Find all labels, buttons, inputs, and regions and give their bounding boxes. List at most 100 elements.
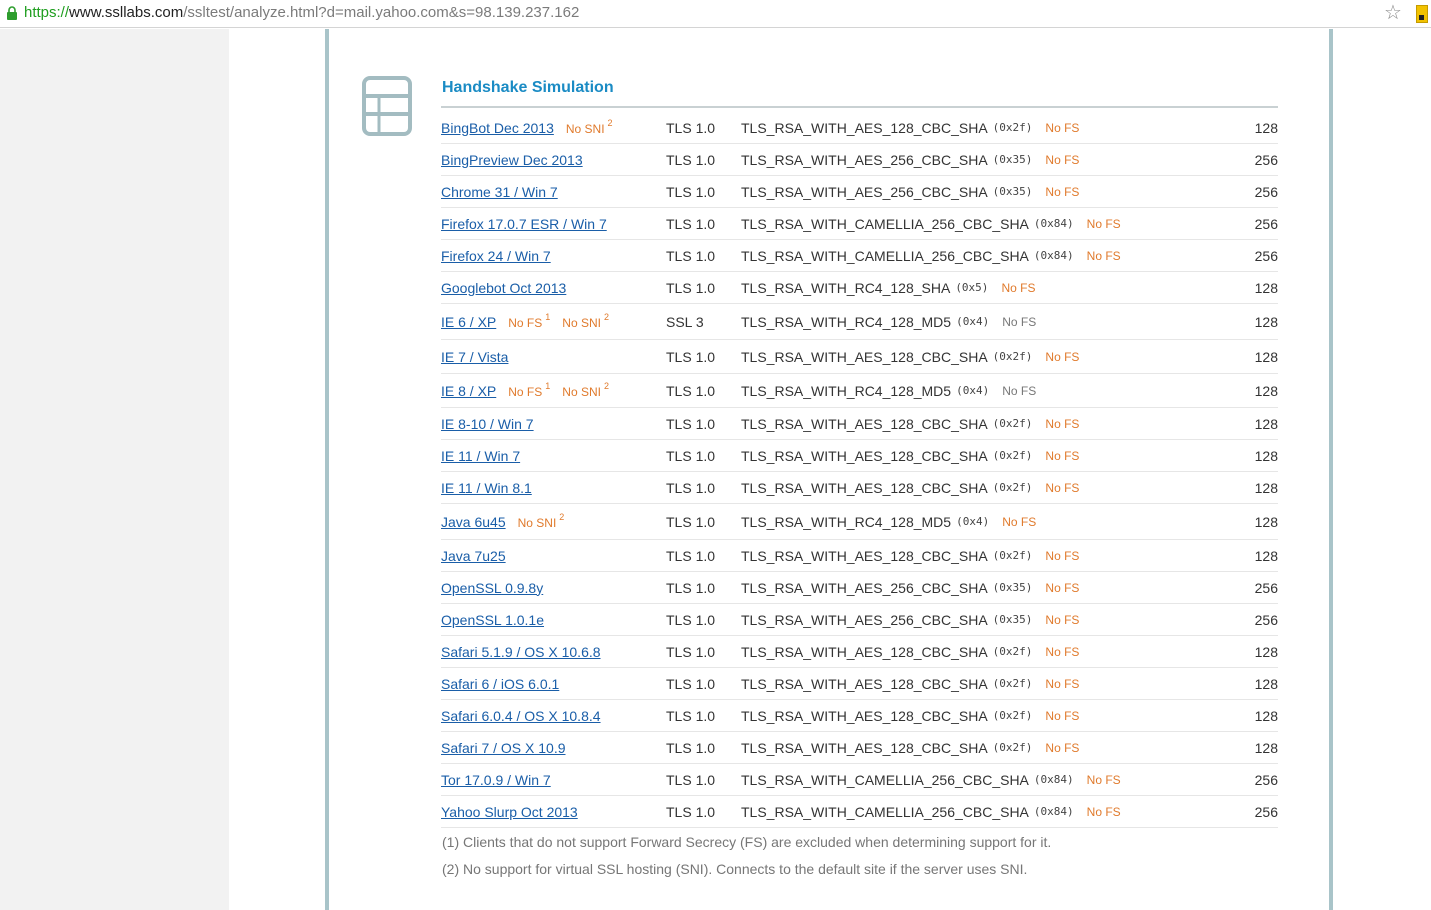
key-bits-cell: 256 xyxy=(1254,611,1278,628)
footnote-ref: 1 xyxy=(545,311,551,322)
client-flag: No FS 1 xyxy=(508,311,551,330)
client-link[interactable]: Googlebot Oct 2013 xyxy=(441,280,566,296)
client-link[interactable]: BingBot Dec 2013 xyxy=(441,120,554,136)
client-link[interactable]: Safari 6 / iOS 6.0.1 xyxy=(441,676,559,692)
cipher-suite-name: TLS_RSA_WITH_AES_256_CBC_SHA xyxy=(741,151,988,168)
url-text[interactable]: https://www.ssllabs.com/ssltest/analyze.… xyxy=(24,4,579,22)
cipher-suite-name: TLS_RSA_WITH_AES_256_CBC_SHA xyxy=(741,579,988,596)
cipher-suite-cell: TLS_RSA_WITH_AES_128_CBC_SHA (0x2f) No FS xyxy=(741,636,1201,667)
cipher-suite-cell: TLS_RSA_WITH_AES_128_CBC_SHA (0x2f) No FS xyxy=(741,540,1201,571)
address-bar[interactable]: https://www.ssllabs.com/ssltest/analyze.… xyxy=(0,0,1431,28)
client-cell: Java 7u25 xyxy=(441,540,666,571)
footnote-ref: 2 xyxy=(603,380,609,391)
protocol-cell: TLS 1.0 xyxy=(666,675,716,692)
client-link[interactable]: Java 7u25 xyxy=(441,548,506,564)
client-cell: IE 8 / XP No FS 1 No SNI 2 xyxy=(441,374,666,407)
client-link[interactable]: Chrome 31 / Win 7 xyxy=(441,184,558,200)
footnote-ref: 2 xyxy=(559,511,565,522)
key-bits-cell: 256 xyxy=(1254,215,1278,232)
cipher-suite-name: TLS_RSA_WITH_AES_128_CBC_SHA xyxy=(741,415,988,432)
client-flag: No SNI 2 xyxy=(562,380,609,399)
protocol-cell: TLS 1.0 xyxy=(666,803,716,820)
protocol-cell: SSL 3 xyxy=(666,313,704,330)
cipher-suite-code: (0x2f) xyxy=(992,741,1033,754)
table-row: Firefox 17.0.7 ESR / Win 7 TLS 1.0 TLS_RSA… xyxy=(441,208,1278,240)
flag-label: No SNI xyxy=(562,315,601,330)
client-link[interactable]: IE 6 / XP xyxy=(441,314,496,330)
key-bits-cell: 128 xyxy=(1254,348,1278,365)
cipher-suite-cell: TLS_RSA_WITH_CAMELLIA_256_CBC_SHA (0x84) N… xyxy=(741,796,1201,827)
cipher-suite-cell: TLS_RSA_WITH_RC4_128_MD5 (0x4) No FS xyxy=(741,504,1201,539)
cipher-suite-cell: TLS_RSA_WITH_CAMELLIA_256_CBC_SHA (0x84) N… xyxy=(741,208,1201,239)
extension-icon[interactable] xyxy=(1416,5,1428,23)
cipher-suite-name: TLS_RSA_WITH_RC4_128_MD5 xyxy=(741,382,952,399)
client-link[interactable]: BingPreview Dec 2013 xyxy=(441,152,583,168)
key-bits-cell: 128 xyxy=(1254,415,1278,432)
client-link[interactable]: Firefox 17.0.7 ESR / Win 7 xyxy=(441,216,607,232)
table-row: IE 8-10 / Win 7 TLS 1.0 TLS_RSA_WITH_AES_1… xyxy=(441,408,1278,440)
key-bits-cell: 256 xyxy=(1254,151,1278,168)
client-link[interactable]: Firefox 24 / Win 7 xyxy=(441,248,551,264)
client-cell: BingPreview Dec 2013 xyxy=(441,144,666,175)
cipher-suite-cell: TLS_RSA_WITH_AES_128_CBC_SHA (0x2f) No FS xyxy=(741,408,1201,439)
client-link[interactable]: IE 7 / Vista xyxy=(441,349,508,365)
client-link[interactable]: OpenSSL 1.0.1e xyxy=(441,612,544,628)
protocol-cell: TLS 1.0 xyxy=(666,707,716,724)
client-cell: Tor 17.0.9 / Win 7 xyxy=(441,764,666,795)
key-bits-cell: 128 xyxy=(1254,119,1278,136)
client-flag: No SNI 2 xyxy=(518,511,565,530)
client-link[interactable]: Safari 6.0.4 / OS X 10.8.4 xyxy=(441,708,601,724)
cipher-suite-cell: TLS_RSA_WITH_RC4_128_MD5 (0x4) No FS xyxy=(741,304,1201,339)
protocol-cell: TLS 1.0 xyxy=(666,611,716,628)
cipher-suite-code: (0x35) xyxy=(992,153,1033,166)
lock-icon xyxy=(7,6,17,20)
client-cell: Googlebot Oct 2013 xyxy=(441,272,666,303)
bookmark-star-icon[interactable]: ☆ xyxy=(1384,3,1402,23)
client-link[interactable]: Safari 5.1.9 / OS X 10.6.8 xyxy=(441,644,601,660)
cipher-suite-name: TLS_RSA_WITH_CAMELLIA_256_CBC_SHA xyxy=(741,215,1029,232)
cipher-suite-cell: TLS_RSA_WITH_AES_128_CBC_SHA (0x2f) No FS xyxy=(741,440,1201,471)
client-link[interactable]: Java 6u45 xyxy=(441,514,506,530)
forward-secrecy-label: No FS xyxy=(1086,248,1121,263)
protocol-cell: TLS 1.0 xyxy=(666,279,716,296)
client-link[interactable]: OpenSSL 0.9.8y xyxy=(441,580,543,596)
client-link[interactable]: Yahoo Slurp Oct 2013 xyxy=(441,804,578,820)
cipher-suite-code: (0x2f) xyxy=(992,481,1033,494)
client-cell: Java 6u45 No SNI 2 xyxy=(441,504,666,539)
client-cell: IE 11 / Win 8.1 xyxy=(441,472,666,503)
client-link[interactable]: IE 11 / Win 8.1 xyxy=(441,480,532,496)
client-link[interactable]: Tor 17.0.9 / Win 7 xyxy=(441,772,551,788)
key-bits-cell: 256 xyxy=(1254,803,1278,820)
cipher-suite-cell: TLS_RSA_WITH_RC4_128_SHA (0x5) No FS xyxy=(741,272,1201,303)
table-row: Firefox 24 / Win 7 TLS 1.0 TLS_RSA_WITH_CA… xyxy=(441,240,1278,272)
cipher-suite-cell: TLS_RSA_WITH_AES_256_CBC_SHA (0x35) No FS xyxy=(741,572,1201,603)
client-link[interactable]: IE 11 / Win 7 xyxy=(441,448,520,464)
cipher-suite-cell: TLS_RSA_WITH_RC4_128_MD5 (0x4) No FS xyxy=(741,374,1201,407)
cipher-suite-code: (0x4) xyxy=(956,315,990,328)
forward-secrecy-label: No FS xyxy=(1045,644,1080,659)
protocol-cell: TLS 1.0 xyxy=(666,513,716,530)
client-cell: OpenSSL 1.0.1e xyxy=(441,604,666,635)
forward-secrecy-label: No FS xyxy=(1045,708,1080,723)
client-cell: IE 11 / Win 7 xyxy=(441,440,666,471)
cipher-suite-name: TLS_RSA_WITH_CAMELLIA_256_CBC_SHA xyxy=(741,247,1029,264)
flag-label: No FS xyxy=(508,315,543,330)
cipher-suite-cell: TLS_RSA_WITH_AES_256_CBC_SHA (0x35) No FS xyxy=(741,604,1201,635)
client-link[interactable]: IE 8 / XP xyxy=(441,383,496,399)
client-link[interactable]: IE 8-10 / Win 7 xyxy=(441,416,534,432)
cipher-suite-code: (0x2f) xyxy=(992,121,1033,134)
cipher-suite-code: (0x4) xyxy=(956,384,990,397)
key-bits-cell: 128 xyxy=(1254,547,1278,564)
cipher-suite-cell: TLS_RSA_WITH_AES_128_CBC_SHA (0x2f) No FS xyxy=(741,700,1201,731)
cipher-suite-name: TLS_RSA_WITH_AES_128_CBC_SHA xyxy=(741,707,988,724)
protocol-cell: TLS 1.0 xyxy=(666,739,716,756)
forward-secrecy-label: No FS xyxy=(1045,416,1080,431)
client-link[interactable]: Safari 7 / OS X 10.9 xyxy=(441,740,566,756)
forward-secrecy-label: No FS xyxy=(1045,740,1080,755)
cipher-suite-name: TLS_RSA_WITH_AES_128_CBC_SHA xyxy=(741,643,988,660)
cipher-suite-name: TLS_RSA_WITH_AES_256_CBC_SHA xyxy=(741,611,988,628)
protocol-cell: TLS 1.0 xyxy=(666,643,716,660)
cipher-suite-code: (0x2f) xyxy=(992,645,1033,658)
cipher-suite-code: (0x2f) xyxy=(992,449,1033,462)
forward-secrecy-label: No FS xyxy=(1045,349,1080,364)
